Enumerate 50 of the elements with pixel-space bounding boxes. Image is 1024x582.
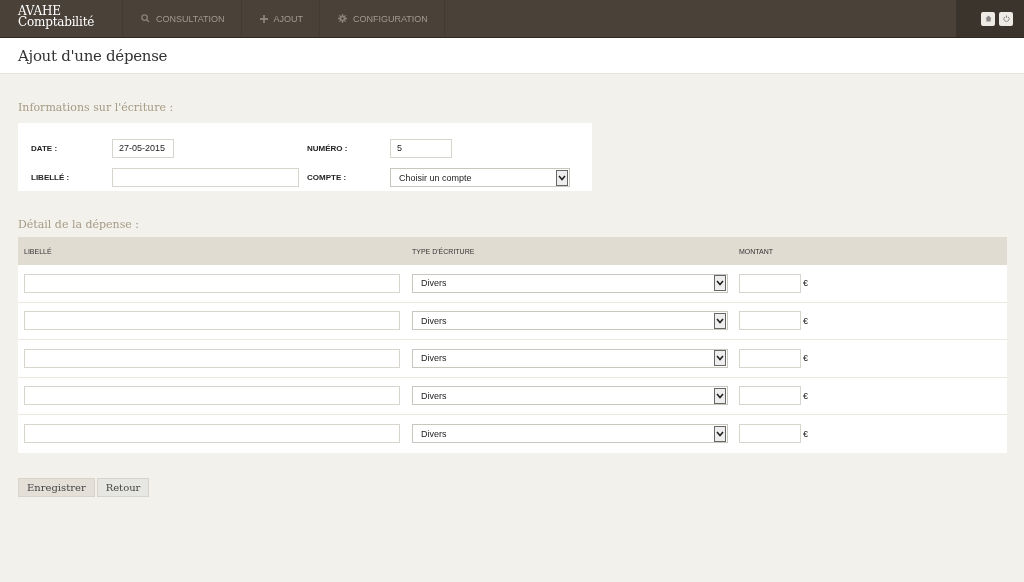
amount-field[interactable] [739, 311, 801, 331]
label-field[interactable] [24, 386, 400, 406]
page-title: Ajout d'une dépense [18, 47, 169, 65]
dropdown-caret-icon [714, 275, 726, 292]
amount-field[interactable] [739, 424, 801, 444]
amount-field[interactable] [739, 273, 801, 293]
app-brand: AVAHE Comptabilité [17, 3, 96, 31]
field-label: DATE : [31, 143, 59, 153]
label-field[interactable] [24, 348, 400, 368]
label-field[interactable] [24, 424, 400, 444]
dropdown-caret-icon [714, 350, 726, 367]
field-label: NUMÉRO : [307, 143, 349, 153]
currency-symbol: € [803, 315, 808, 326]
amount-field[interactable] [739, 386, 801, 406]
section-heading: Informations sur l'écriture : [18, 101, 175, 114]
save-button[interactable]: Enregistrer [18, 477, 95, 497]
nav-tab[interactable]: AJOUT [240, 0, 320, 37]
currency-symbol: € [803, 428, 808, 439]
search-icon [141, 14, 150, 23]
dropdown-caret-icon [714, 312, 726, 329]
currency-symbol: € [803, 278, 808, 289]
dropdown-caret-icon [556, 169, 568, 186]
nav-tab[interactable]: CONFIGURATION [319, 0, 444, 37]
amount-field[interactable] [739, 348, 801, 368]
type-dropdown[interactable]: Divers [412, 424, 728, 444]
type-dropdown[interactable]: Divers [412, 386, 728, 406]
type-dropdown[interactable]: Divers [412, 273, 728, 293]
entry-field[interactable]: 5 [390, 138, 452, 158]
power-icon [1002, 15, 1010, 22]
entry-field[interactable] [112, 168, 299, 188]
entry-dropdown[interactable]: Choisir un compte [390, 168, 570, 188]
type-dropdown[interactable]: Divers [412, 348, 728, 368]
dropdown-caret-icon [714, 425, 726, 442]
plus-icon [259, 14, 268, 23]
back-button[interactable]: Retour [96, 477, 150, 497]
currency-symbol: € [803, 390, 808, 401]
power-button[interactable] [999, 11, 1013, 26]
field-label: LIBELLÉ : [31, 173, 71, 183]
label-field[interactable] [24, 311, 400, 331]
currency-symbol: € [803, 353, 808, 364]
field-label: COMPTE : [307, 173, 348, 183]
type-dropdown[interactable]: Divers [412, 311, 728, 331]
dropdown-caret-icon [714, 387, 726, 404]
home-button[interactable] [981, 11, 995, 26]
settings-icon [338, 14, 348, 23]
home-icon [984, 15, 992, 22]
entry-field[interactable]: 27-05-2015 [112, 138, 174, 158]
label-field[interactable] [24, 273, 400, 293]
nav-tab[interactable]: CONSULTATION [122, 0, 241, 37]
section-heading: Détail de la dépense : [18, 218, 140, 231]
